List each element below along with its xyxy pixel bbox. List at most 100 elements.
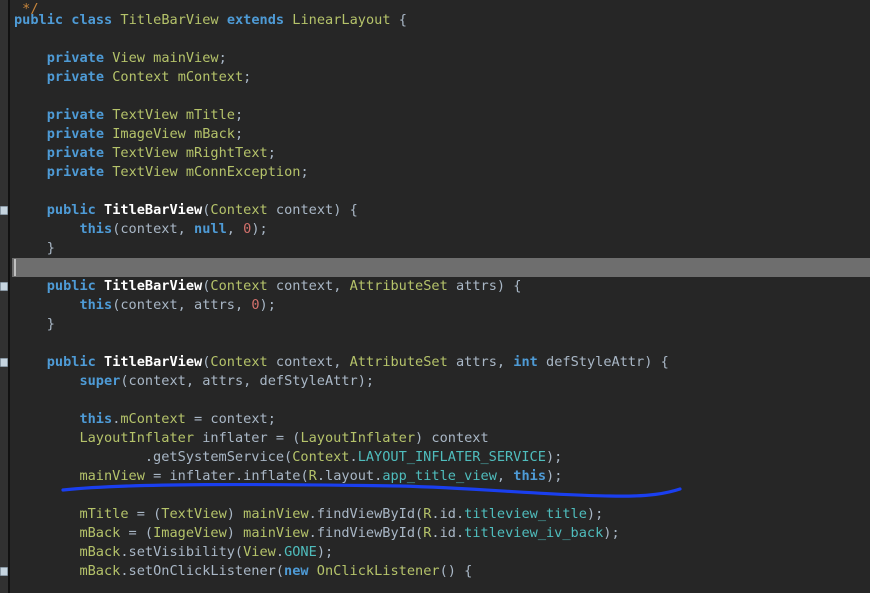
code-line[interactable]: private TextView mRightText;	[0, 144, 870, 163]
code-token: = (	[128, 506, 162, 522]
code-editor[interactable]: */public class TitleBarView extends Line…	[0, 0, 870, 593]
code-token: = (	[120, 525, 154, 541]
code-token: LinearLayout	[292, 12, 391, 28]
code-line[interactable]	[0, 258, 870, 277]
code-token: private	[46, 164, 105, 180]
code-line[interactable]: public class TitleBarView extends Linear…	[0, 11, 870, 30]
code-token: context	[128, 373, 186, 389]
code-text-area[interactable]: */public class TitleBarView extends Line…	[0, 0, 870, 593]
code-line[interactable]: public TitleBarView(Context context, Att…	[0, 277, 870, 296]
code-token: ImageView	[153, 525, 227, 541]
code-token: ,	[243, 373, 260, 389]
code-line[interactable]: }	[0, 239, 870, 258]
text-caret	[14, 259, 16, 276]
code-token: AttributeSet	[349, 278, 448, 294]
code-token: TextView	[161, 506, 227, 522]
code-token: ,	[496, 354, 514, 370]
code-token: Context	[210, 278, 268, 294]
code-token: .findViewById(	[308, 506, 424, 522]
code-token: mBack	[194, 126, 235, 142]
code-line[interactable]: this(context, null, 0);	[0, 220, 870, 239]
code-line[interactable]: mBack.setOnClickListener(new OnClickList…	[0, 562, 870, 581]
code-token: R	[308, 468, 317, 484]
code-line[interactable]: private TextView mTitle;	[0, 106, 870, 125]
code-line[interactable]: this.mContext = context;	[0, 410, 870, 429]
code-line[interactable]: mBack.setVisibility(View.GONE);	[0, 543, 870, 562]
code-token: .	[275, 544, 285, 560]
code-token: =	[185, 411, 211, 427]
code-line[interactable]	[0, 182, 870, 201]
code-line[interactable]: LayoutInflater inflater = (LayoutInflate…	[0, 429, 870, 448]
code-token: mBack	[79, 544, 121, 560]
code-token: ,	[234, 297, 252, 313]
code-token: );	[586, 506, 604, 522]
code-line[interactable]: private TextView mConnException;	[0, 163, 870, 182]
code-token: View	[112, 50, 145, 66]
code-token: new	[284, 563, 309, 579]
code-token: Context	[292, 449, 350, 465]
code-line[interactable]: public TitleBarView(Context context) {	[0, 201, 870, 220]
code-token: titleview_iv_back	[464, 525, 604, 541]
code-token: this	[79, 221, 113, 237]
fold-marker-icon[interactable]	[0, 206, 8, 215]
code-token: TitleBarView	[104, 202, 203, 218]
code-token: public	[46, 278, 96, 294]
code-token: )	[415, 430, 432, 446]
code-line[interactable]: private View mainView;	[0, 49, 870, 68]
code-token: mainView	[79, 468, 145, 484]
code-line[interactable]: mTitle = (TextView) mainView.findViewByI…	[0, 505, 870, 524]
fold-marker-icon[interactable]	[0, 358, 8, 367]
code-token: inflater	[202, 430, 268, 446]
code-line[interactable]: }	[0, 315, 870, 334]
code-token: TextView	[112, 164, 178, 180]
code-token: context	[120, 297, 178, 313]
code-token: GONE	[284, 544, 317, 560]
code-line[interactable]: mainView = inflater.inflate(R.layout.app…	[0, 467, 870, 486]
code-token: TextView	[112, 107, 178, 123]
code-token: Context	[210, 202, 268, 218]
code-token: .findViewById(	[308, 525, 424, 541]
code-token: null	[194, 221, 227, 237]
code-token: LayoutInflater	[79, 430, 195, 446]
code-line[interactable]: private Context mContext;	[0, 68, 870, 87]
editor-gutter[interactable]	[0, 0, 10, 593]
code-token: mBack	[79, 563, 121, 579]
code-token: public	[46, 202, 96, 218]
code-token: ;	[218, 50, 227, 66]
code-token: ) {	[333, 202, 358, 218]
code-token: mainView	[243, 525, 309, 541]
code-token: attrs	[202, 373, 244, 389]
code-line[interactable]	[0, 30, 870, 49]
code-line[interactable]: .getSystemService(Context.LAYOUT_INFLATE…	[0, 448, 870, 467]
code-line[interactable]: private ImageView mBack;	[0, 125, 870, 144]
fold-marker-icon[interactable]	[0, 282, 8, 291]
code-token: );	[357, 373, 375, 389]
code-token: LayoutInflater	[300, 430, 416, 446]
code-line[interactable]: super(context, attrs, defStyleAttr);	[0, 372, 870, 391]
code-token: ImageView	[112, 126, 186, 142]
code-line[interactable]: this(context, attrs, 0);	[0, 296, 870, 315]
code-token: public	[14, 12, 64, 28]
code-line[interactable]	[0, 486, 870, 505]
code-line[interactable]	[0, 334, 870, 353]
code-line[interactable]: public TitleBarView(Context context, Att…	[0, 353, 870, 372]
code-token: titleview_title	[464, 506, 587, 522]
fold-marker-icon[interactable]	[0, 567, 8, 576]
code-line[interactable]	[0, 391, 870, 410]
code-token: this	[79, 411, 113, 427]
code-line[interactable]: mBack = (ImageView) mainView.findViewByI…	[0, 524, 870, 543]
code-line[interactable]	[0, 87, 870, 106]
code-token: ) {	[496, 278, 522, 294]
code-token: super	[79, 373, 121, 389]
